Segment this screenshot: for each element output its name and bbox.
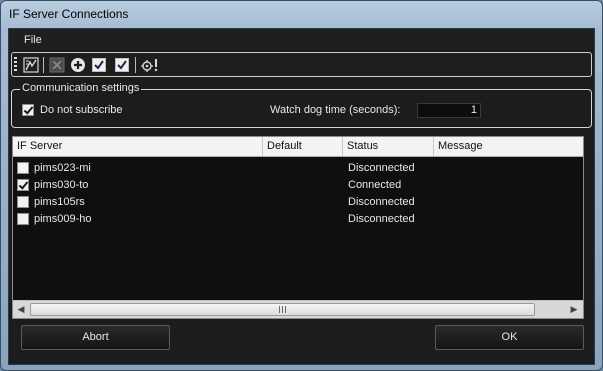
row-server-name: pims009-ho [34, 213, 92, 225]
window-title: IF Server Connections [9, 7, 129, 21]
dialog-client-area: File Communication settings Do not subsc… [8, 28, 595, 365]
row-checkbox[interactable] [17, 162, 29, 174]
toolbar [11, 52, 592, 77]
do-not-subscribe-checkbox[interactable] [22, 104, 34, 116]
row-server-name: pims105rs [34, 196, 85, 208]
communication-settings-legend: Communication settings [20, 82, 142, 94]
row-checkbox[interactable] [17, 196, 29, 208]
row-status: Disconnected [348, 196, 415, 208]
scroll-left-icon[interactable]: ◀ [13, 301, 29, 318]
row-server-name: pims023-mi [34, 162, 91, 174]
menu-file[interactable]: File [24, 34, 42, 46]
row-checkbox[interactable] [17, 179, 29, 191]
connect-all-icon[interactable] [23, 57, 39, 73]
toolbar-separator [43, 57, 44, 73]
add-server-icon[interactable] [70, 57, 86, 73]
abort-button[interactable]: Abort [21, 325, 170, 350]
scrollbar-thumb[interactable] [30, 303, 535, 316]
menu-bar: File [9, 29, 594, 49]
communication-settings-group: Communication settings Do not subscribe … [11, 82, 592, 128]
ok-button[interactable]: OK [435, 325, 584, 350]
dialog-window: IF Server Connections File Communication… [0, 0, 603, 371]
row-status: Connected [348, 179, 402, 191]
title-bar[interactable]: IF Server Connections [1, 1, 602, 27]
server-grid: IF Server Default Status Message pims023… [12, 136, 584, 319]
scroll-right-icon[interactable]: ▶ [566, 301, 582, 318]
column-header-status[interactable]: Status [343, 137, 434, 156]
grid-header: IF Server Default Status Message [13, 137, 583, 157]
column-header-if-server[interactable]: IF Server [13, 137, 263, 156]
column-header-default[interactable]: Default [263, 137, 343, 156]
watchdog-label: Watch dog time (seconds): [270, 104, 401, 116]
toolbar-grip[interactable] [14, 57, 17, 73]
check-all-icon[interactable] [114, 57, 130, 73]
watchdog-input[interactable]: 1 [417, 103, 481, 118]
column-header-message[interactable]: Message [434, 137, 583, 156]
thumb-grip-icon [279, 306, 286, 313]
horizontal-scrollbar[interactable]: ◀ ▶ [13, 300, 583, 318]
row-server-name: pims030-to [34, 179, 89, 191]
row-checkbox[interactable] [17, 213, 29, 225]
check-icon[interactable] [91, 57, 107, 73]
table-row[interactable]: pims030-to Connected [13, 177, 583, 194]
table-row[interactable]: pims009-ho Disconnected [13, 211, 583, 228]
do-not-subscribe-label: Do not subscribe [40, 104, 123, 116]
settings-alert-icon[interactable] [140, 57, 160, 73]
row-status: Disconnected [348, 162, 415, 174]
disconnect-icon[interactable] [49, 57, 65, 73]
row-status: Disconnected [348, 213, 415, 225]
table-row[interactable]: pims023-mi Disconnected [13, 160, 583, 177]
toolbar-separator [135, 57, 136, 73]
table-row[interactable]: pims105rs Disconnected [13, 194, 583, 211]
